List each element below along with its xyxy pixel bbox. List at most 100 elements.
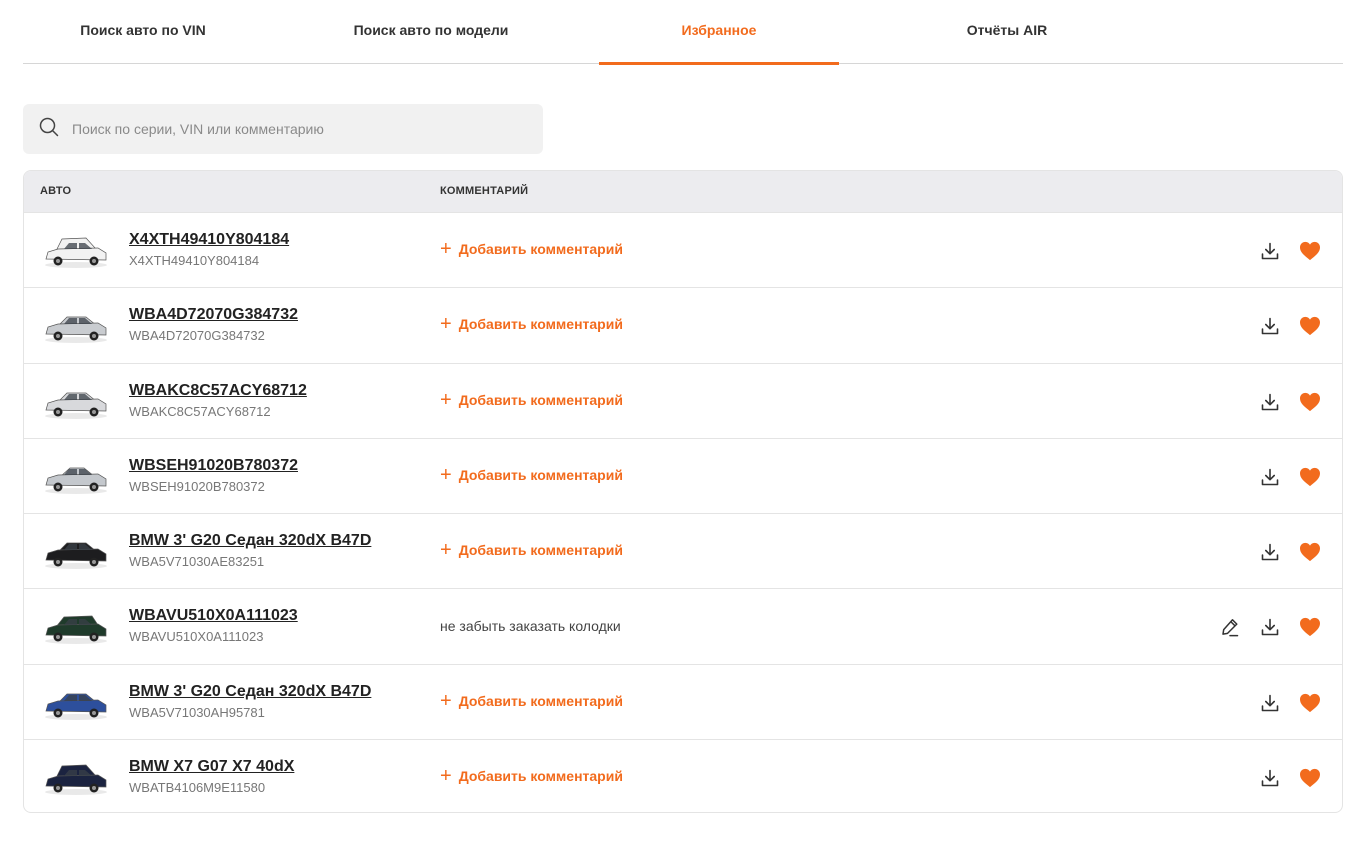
comment-text: не забыть заказать колодки bbox=[440, 618, 621, 635]
car-thumbnail bbox=[42, 225, 110, 275]
heart-icon[interactable] bbox=[1298, 239, 1322, 263]
car-info: WBAVU510X0A111023 WBAVU510X0A111023 bbox=[129, 606, 298, 645]
car-info: BMW 3' G20 Седан 320dX B47D WBA5V71030AH9… bbox=[129, 682, 371, 721]
table-body: X4XTH49410Y804184 X4XTH49410Y804184 + Добав… bbox=[24, 212, 1342, 812]
car-vin: WBA4D72070G384732 bbox=[129, 328, 265, 344]
tab-favorites[interactable]: Избранное bbox=[599, 0, 839, 65]
download-icon[interactable] bbox=[1258, 239, 1282, 263]
row-actions bbox=[1258, 691, 1322, 715]
heart-icon[interactable] bbox=[1298, 766, 1322, 790]
download-icon[interactable] bbox=[1258, 766, 1282, 790]
download-icon[interactable] bbox=[1258, 540, 1282, 564]
plus-icon: + bbox=[440, 463, 452, 486]
car-info: BMW 3' G20 Седан 320dX B47D WBA5V71030AE8… bbox=[129, 531, 371, 570]
tab-label: Поиск авто по модели bbox=[353, 22, 509, 38]
tab-vin-search[interactable]: Поиск авто по VIN bbox=[23, 0, 263, 64]
heart-icon[interactable] bbox=[1298, 314, 1322, 338]
add-comment-label: Добавить комментарий bbox=[458, 316, 623, 333]
car-title-link[interactable]: WBA4D72070G384732 bbox=[129, 305, 298, 325]
car-title-link[interactable]: BMW 3' G20 Седан 320dX B47D bbox=[129, 531, 371, 551]
add-comment-button[interactable]: + Добавить комментарий bbox=[440, 388, 623, 411]
search-input[interactable] bbox=[72, 121, 512, 137]
car-vin: WBAVU510X0A111023 bbox=[129, 629, 264, 645]
heart-icon[interactable] bbox=[1298, 691, 1322, 715]
add-comment-button[interactable]: + Добавить комментарий bbox=[440, 313, 623, 336]
heart-icon[interactable] bbox=[1298, 390, 1322, 414]
row-actions bbox=[1258, 314, 1322, 338]
car-title-link[interactable]: WBAVU510X0A111023 bbox=[129, 606, 298, 626]
plus-icon: + bbox=[440, 764, 452, 787]
column-header-car: АВТО bbox=[40, 185, 72, 197]
download-icon[interactable] bbox=[1258, 691, 1282, 715]
add-comment-button[interactable]: + Добавить комментарий bbox=[440, 463, 623, 486]
pencil-icon[interactable] bbox=[1218, 615, 1242, 639]
tab-air-reports[interactable]: Отчёты AIR bbox=[887, 0, 1127, 64]
table-row: WBAKC8C57ACY68712 WBAKC8C57ACY68712 + Добав… bbox=[24, 362, 1342, 438]
row-actions bbox=[1258, 390, 1322, 414]
row-actions bbox=[1258, 465, 1322, 489]
car-thumbnail bbox=[42, 451, 110, 501]
table-row: BMW 3' G20 Седан 320dX B47D WBA5V71030AH9… bbox=[24, 663, 1342, 739]
table-row: BMW 3' G20 Седан 320dX B47D WBA5V71030AE8… bbox=[24, 513, 1342, 588]
car-title-link[interactable]: X4XTH49410Y804184 bbox=[129, 230, 289, 250]
table-row: WBSEH91020B780372 WBSEH91020B780372 + Добав… bbox=[24, 437, 1342, 513]
car-vin: WBA5V71030AH95781 bbox=[129, 704, 265, 720]
car-info: X4XTH49410Y804184 X4XTH49410Y804184 bbox=[129, 230, 289, 269]
car-thumbnail bbox=[42, 526, 110, 576]
add-comment-label: Добавить комментарий bbox=[458, 692, 623, 709]
table-row: WBAVU510X0A111023 WBAVU510X0A111023 не заб… bbox=[24, 588, 1342, 663]
plus-icon: + bbox=[440, 388, 452, 411]
row-actions bbox=[1258, 540, 1322, 564]
heart-icon[interactable] bbox=[1298, 615, 1322, 639]
car-vin: WBATB4106M9E11580 bbox=[129, 779, 266, 795]
car-info: WBSEH91020B780372 WBSEH91020B780372 bbox=[129, 456, 298, 495]
car-info: BMW X7 G07 X7 40dX WBATB4106M9E11580 bbox=[129, 757, 294, 796]
add-comment-label: Добавить комментарий bbox=[458, 542, 623, 558]
car-info: WBA4D72070G384732 WBA4D72070G384732 bbox=[129, 305, 298, 344]
row-actions bbox=[1258, 239, 1322, 263]
add-comment-label: Добавить комментарий bbox=[458, 466, 623, 483]
table-row: WBA4D72070G384732 WBA4D72070G384732 + Добав… bbox=[24, 287, 1342, 362]
download-icon[interactable] bbox=[1258, 615, 1282, 639]
tab-label: Отчёты AIR bbox=[966, 22, 1048, 38]
search-bar bbox=[23, 104, 543, 154]
car-thumbnail bbox=[42, 601, 110, 651]
car-thumbnail bbox=[42, 300, 110, 350]
row-actions bbox=[1258, 766, 1322, 790]
table-row: X4XTH49410Y804184 X4XTH49410Y804184 + Добав… bbox=[24, 212, 1342, 287]
download-icon[interactable] bbox=[1258, 465, 1282, 489]
car-title-link[interactable]: BMW 3' G20 Седан 320dX B47D bbox=[129, 682, 371, 702]
add-comment-button[interactable]: + Добавить комментарий bbox=[440, 238, 623, 260]
tab-bar: Поиск авто по VIN Поиск авто по модели И… bbox=[23, 0, 1343, 65]
car-info: WBAKC8C57ACY68712 WBAKC8C57ACY68712 bbox=[129, 381, 307, 420]
column-header-comment: КОММЕНТАРИЙ bbox=[440, 185, 529, 197]
row-actions bbox=[1218, 615, 1322, 639]
heart-icon[interactable] bbox=[1298, 465, 1322, 489]
car-thumbnail bbox=[42, 752, 110, 802]
car-title-link[interactable]: BMW X7 G07 X7 40dX bbox=[129, 757, 294, 777]
car-vin: WBAKC8C57ACY68712 bbox=[129, 403, 271, 419]
heart-icon[interactable] bbox=[1298, 540, 1322, 564]
car-thumbnail bbox=[42, 677, 110, 727]
tab-model-search[interactable]: Поиск авто по модели bbox=[311, 0, 551, 64]
table-header: АВТО КОММЕНТАРИЙ bbox=[24, 171, 1342, 212]
car-thumbnail bbox=[42, 376, 110, 426]
car-vin: WBSEH91020B780372 bbox=[129, 478, 265, 494]
car-vin: WBA5V71030AE83251 bbox=[129, 554, 265, 569]
plus-icon: + bbox=[440, 689, 452, 712]
favorites-table: АВТО КОММЕНТАРИЙ X4XTH49410Y804184 X4XTH4… bbox=[23, 170, 1343, 813]
plus-icon: + bbox=[440, 313, 452, 336]
add-comment-label: Добавить комментарий bbox=[458, 391, 623, 408]
download-icon[interactable] bbox=[1258, 314, 1282, 338]
add-comment-button[interactable]: + Добавить комментарий bbox=[440, 764, 623, 787]
search-icon bbox=[39, 117, 59, 142]
add-comment-button[interactable]: + Добавить комментарий bbox=[440, 540, 623, 560]
car-title-link[interactable]: WBSEH91020B780372 bbox=[129, 456, 298, 476]
add-comment-button[interactable]: + Добавить комментарий bbox=[440, 689, 623, 712]
download-icon[interactable] bbox=[1258, 390, 1282, 414]
plus-icon: + bbox=[440, 238, 452, 260]
car-title-link[interactable]: WBAKC8C57ACY68712 bbox=[129, 381, 307, 401]
add-comment-label: Добавить комментарий bbox=[458, 241, 623, 257]
table-row: BMW X7 G07 X7 40dX WBATB4106M9E11580 + Доба… bbox=[24, 738, 1342, 812]
tab-label: Поиск авто по VIN bbox=[80, 22, 206, 38]
